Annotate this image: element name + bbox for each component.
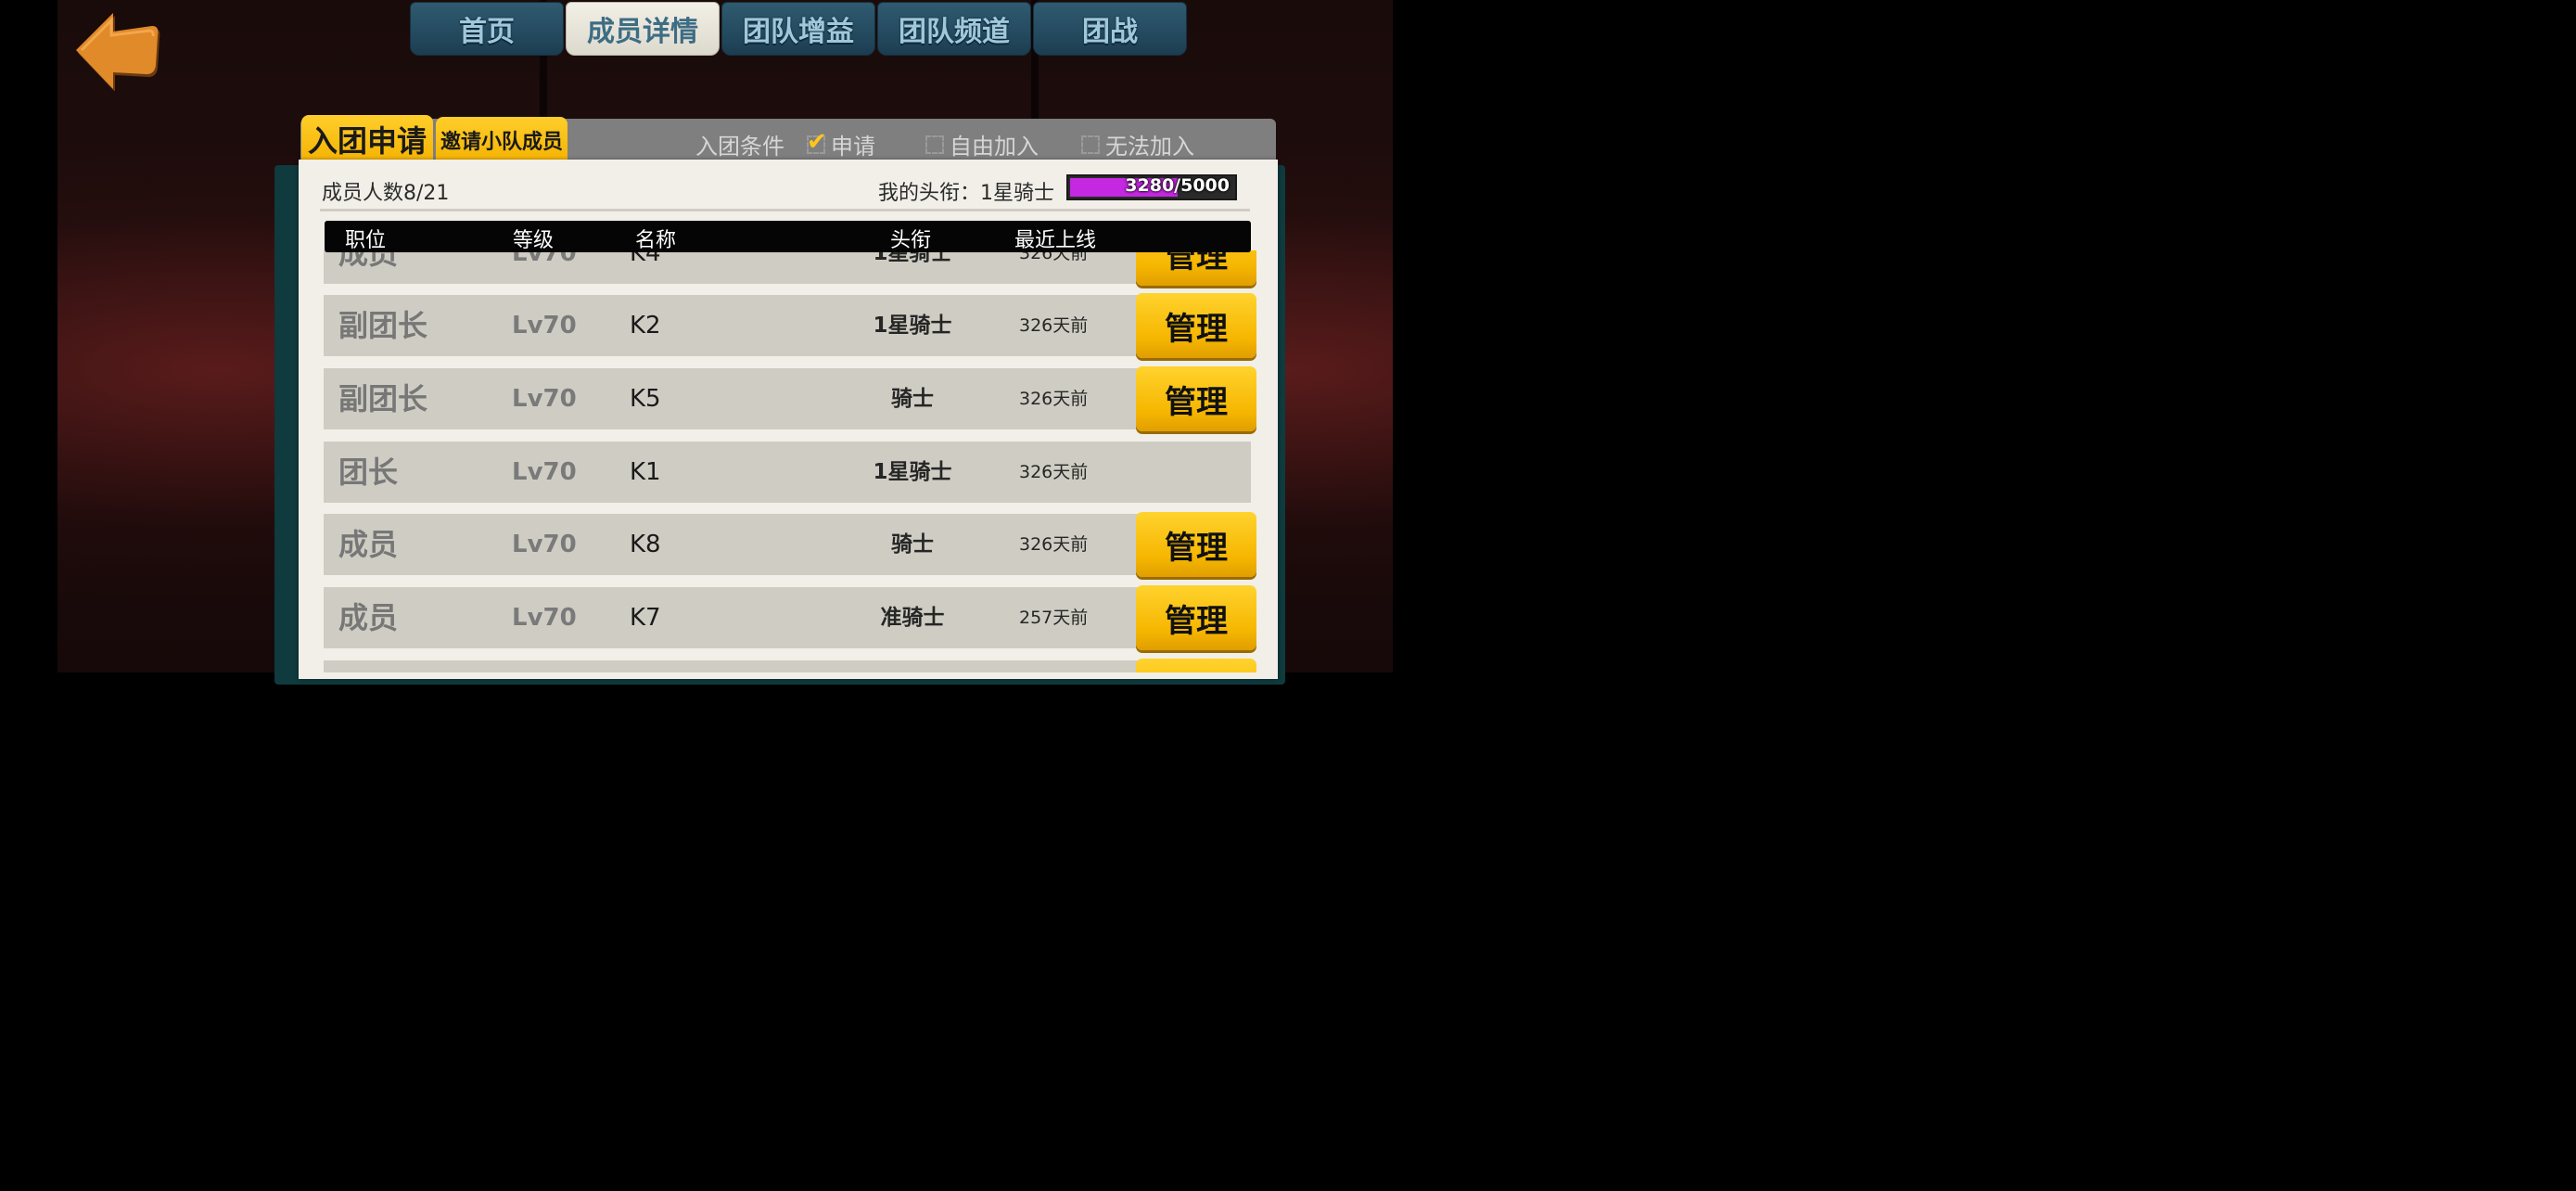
member-last-online: 326天前	[1019, 462, 1089, 482]
manage-button[interactable]: 管理	[1136, 512, 1256, 577]
join-conditions-label: 入团条件	[695, 134, 784, 160]
tab-member-details[interactable]: 成员详情	[566, 2, 720, 56]
join-option-free[interactable]: 自由加入	[925, 128, 1039, 160]
tab-team-channel[interactable]: 团队频道	[877, 2, 1031, 56]
table-row: 副团长 Lv70 K2 1星骑士 326天前 管理	[324, 293, 1256, 358]
join-option-closed[interactable]: 无法加入	[1081, 128, 1194, 160]
table-row: 成员 Lv70 K4 1星骑士 326天前 管理	[324, 250, 1256, 286]
member-title: 骑士	[891, 387, 934, 411]
manage-button[interactable]: 管理	[1136, 366, 1256, 431]
member-level: Lv70	[512, 531, 577, 558]
member-role: 副团长	[338, 308, 428, 343]
header-title: 头衔	[890, 229, 932, 252]
table-header: 职位 等级 名称 头衔 最近上线	[325, 221, 1251, 252]
member-name: K1	[630, 458, 661, 486]
my-title-label: 我的头衔：1星骑士	[878, 182, 1054, 205]
join-option-label: 申请	[831, 134, 875, 160]
member-count: 成员人数8/21	[322, 182, 450, 205]
top-navigation-tabs: 首页 成员详情 团队增益 团队频道 团战	[410, 2, 1187, 58]
member-level: Lv70	[512, 604, 577, 632]
checkbox[interactable]	[1081, 134, 1100, 154]
divider	[320, 209, 1250, 211]
checkbox[interactable]: ✔	[807, 130, 827, 154]
tab-invite-squad-members[interactable]: 邀请小队成员	[436, 117, 567, 163]
member-title: 准骑士	[880, 606, 945, 630]
back-arrow-icon[interactable]	[72, 7, 161, 91]
checkmark-icon: ✔	[807, 127, 827, 156]
header-last-online: 最近上线	[1014, 229, 1097, 252]
table-row: 管理	[324, 659, 1256, 672]
title-progress-bar: 3280/5000	[1066, 174, 1237, 200]
member-role: 成员	[338, 600, 399, 635]
member-name: K8	[630, 531, 661, 558]
member-name: K4	[630, 250, 661, 267]
manage-button[interactable]: 管理	[1136, 250, 1256, 286]
member-level: Lv70	[512, 250, 577, 267]
member-title: 1星骑士	[873, 460, 952, 484]
tab-home[interactable]: 首页	[410, 2, 564, 56]
member-name: K2	[630, 312, 661, 339]
member-level: Lv70	[512, 458, 577, 486]
table-row: 团长 Lv70 K1 1星骑士 326天前	[324, 442, 1251, 503]
header-role: 职位	[345, 229, 387, 252]
member-level: Lv70	[512, 312, 577, 339]
member-last-online: 326天前	[1019, 315, 1089, 336]
member-title	[838, 660, 987, 672]
table-row: 副团长 Lv70 K5 骑士 326天前 管理	[324, 366, 1256, 431]
member-list[interactable]: 成员 Lv70 K4 1星骑士 326天前 管理 副团长 Lv70 K2 1星骑士 326天前 管理副…	[315, 250, 1270, 672]
member-title: 骑士	[891, 532, 934, 557]
manage-button[interactable]: 管理	[1136, 659, 1256, 672]
member-name: K7	[630, 604, 661, 632]
member-level: Lv70	[512, 385, 577, 413]
tab-team-buffs[interactable]: 团队增益	[721, 2, 875, 56]
member-role: 成员	[338, 527, 399, 562]
join-option-label: 自由加入	[950, 134, 1039, 160]
tab-join-requests[interactable]: 入团申请	[301, 115, 433, 163]
member-role: 副团长	[338, 381, 428, 416]
member-last-online: 326天前	[1019, 250, 1089, 263]
table-row: 成员 Lv70 K7 准骑士 257天前 管理	[324, 585, 1256, 650]
member-last-online: 257天前	[1019, 608, 1089, 628]
member-title: 1星骑士	[873, 250, 952, 265]
header-name: 名称	[635, 229, 677, 252]
checkbox[interactable]	[925, 134, 944, 154]
header-level: 等级	[513, 229, 555, 252]
member-last-online: 326天前	[1019, 389, 1089, 409]
member-role: 团长	[338, 455, 399, 490]
member-last-online: 326天前	[1019, 534, 1089, 555]
member-title: 1星骑士	[873, 314, 952, 338]
member-name: K5	[630, 385, 661, 413]
title-progress-text: 3280/5000	[1125, 175, 1230, 196]
table-row: 成员 Lv70 K8 骑士 326天前 管理	[324, 512, 1256, 577]
manage-button[interactable]: 管理	[1136, 585, 1256, 650]
join-option-label: 无法加入	[1105, 134, 1194, 160]
tab-team-battle[interactable]: 团战	[1033, 2, 1187, 56]
join-option-apply[interactable]: ✔ 申请	[807, 128, 875, 160]
manage-button[interactable]: 管理	[1136, 293, 1256, 358]
member-role: 成员	[338, 250, 399, 271]
